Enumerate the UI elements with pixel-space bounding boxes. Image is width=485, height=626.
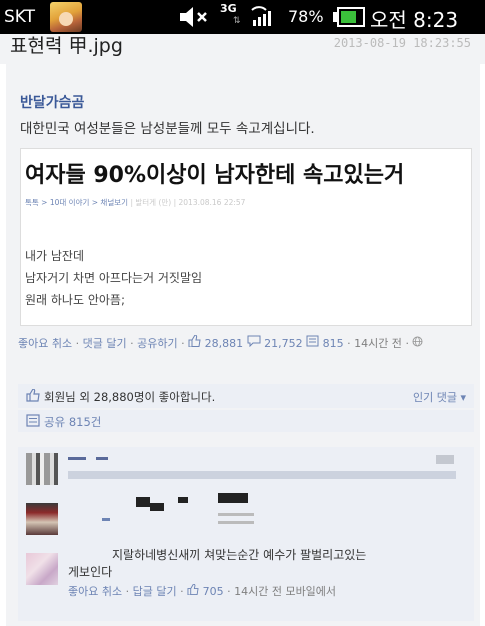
censored-text [68, 471, 456, 479]
post-author[interactable]: 반달가슴곰 [20, 92, 84, 112]
censored-block [218, 493, 248, 503]
likes-summary-row[interactable]: 회원님 외 28,880명이 좋아합니다. 인기 댓글 ▾ [18, 384, 474, 408]
embed-author: 발터게 (만) [135, 198, 172, 207]
censored-name [96, 457, 108, 460]
popular-comments-dropdown[interactable]: 인기 댓글 ▾ [413, 389, 466, 405]
speaker-muted-icon [178, 6, 214, 33]
embed-body-line: 원래 하나도 안아픔; [25, 293, 125, 307]
share-icon [26, 414, 40, 427]
share-summary-row[interactable]: 공유 815건 [18, 410, 474, 432]
embed-body-line: 남자거기 차면 아프다는거 거짓말임 [25, 271, 203, 285]
clock: 오전 8:23 [370, 8, 459, 32]
comment-text-line: 게보인다 [68, 565, 113, 579]
censored-text [218, 513, 254, 516]
censored-block [178, 497, 188, 503]
censored-link [102, 518, 110, 521]
share-count[interactable]: 815 [323, 337, 344, 350]
globe-icon [412, 336, 423, 350]
censored-block [150, 503, 164, 511]
comment-text: 지랄하네병신새끼 쳐맞는순간 예수가 팔벌리고있는 게보인다 [68, 547, 468, 581]
share-icon [306, 335, 323, 350]
commenter-avatar[interactable] [26, 503, 58, 535]
comment-time: 14시간 전 모바일에서 [234, 585, 337, 598]
commenter-avatar[interactable] [26, 453, 58, 485]
file-timestamp: 2013-08-19 18:23:55 [333, 36, 471, 50]
comment-reply-link[interactable]: 답글 달기 [133, 585, 177, 598]
comment-text-line: 지랄하네병신새끼 쳐맞는순간 예수가 팔벌리고있는 [112, 548, 367, 562]
like-count[interactable]: 28,881 [205, 337, 244, 350]
thumbs-up-icon [188, 334, 205, 350]
notification-avatar-icon [50, 2, 82, 32]
file-name: 표현력 甲.jpg [10, 35, 123, 57]
embed-breadcrumb: 톡톡 > 10대 이야기 > 채널보기 [25, 198, 129, 207]
comment-bubble-icon [247, 335, 265, 350]
commenter-avatar[interactable] [26, 553, 58, 585]
file-header: 표현력 甲.jpg 2013-08-19 18:23:55 [0, 34, 485, 64]
comment-link[interactable]: 댓글 달기 [83, 337, 127, 350]
post-time: 14시간 전 [354, 337, 402, 350]
comment-count[interactable]: 21,752 [264, 337, 303, 350]
battery-fill [341, 11, 356, 23]
embed-body-line: 내가 남잔데 [25, 249, 85, 263]
censored-name [68, 457, 86, 460]
unlike-link[interactable]: 좋아요 취소 [18, 337, 72, 350]
post-actions: 좋아요 취소 · 댓글 달기 · 공유하기 · 28,881 21,752 81… [18, 334, 474, 353]
embed-body: 내가 남잔데 남자거기 차면 아프다는거 거짓말임 원래 하나도 안아픔; [25, 245, 202, 311]
likes-summary[interactable]: 회원님 외 28,880명이 좋아합니다. [44, 389, 215, 405]
embed-meta: 톡톡 > 10대 이야기 > 채널보기 | 발터게 (만) | 2013.08.… [25, 198, 246, 207]
signal-bars-icon [250, 6, 274, 28]
comment-unlike-link[interactable]: 좋아요 취소 [68, 585, 122, 598]
embed-date: 2013.08.16 22:57 [178, 198, 246, 207]
censored-block [436, 455, 454, 464]
data-activity-icon: ⇅ [233, 16, 241, 26]
comment-actions: 좋아요 취소 · 답글 달기 · 705 · 14시간 전 모바일에서 [68, 583, 337, 598]
network-type-label: 3G [220, 2, 237, 15]
comment-like-count[interactable]: 705 [203, 585, 224, 598]
comments-list: 지랄하네병신새끼 쳐맞는순간 예수가 팔벌리고있는 게보인다 좋아요 취소 · … [18, 447, 474, 621]
thumbs-up-icon [187, 583, 203, 598]
post-card: 반달가슴곰 대한민국 여성분들은 남성분들께 모두 속고계십니다. 여자들 90… [6, 64, 480, 626]
thumbs-up-icon [26, 388, 40, 402]
battery-icon [337, 7, 365, 27]
share-link[interactable]: 공유하기 [137, 337, 177, 350]
status-bar: SKT 3G ⇅ 78% 오전 8:23 [0, 0, 485, 34]
carrier-label: SKT [4, 7, 36, 27]
share-summary[interactable]: 공유 815건 [44, 414, 101, 430]
embed-title: 여자들 90%이상이 남자한테 속고있는거 [25, 163, 405, 188]
censored-block [136, 497, 150, 507]
battery-percent: 78% [288, 7, 324, 26]
embedded-screenshot: 여자들 90%이상이 남자한테 속고있는거 톡톡 > 10대 이야기 > 채널보… [20, 148, 472, 326]
censored-text [218, 521, 254, 524]
post-text: 대한민국 여성분들은 남성분들께 모두 속고계십니다. [20, 121, 315, 137]
